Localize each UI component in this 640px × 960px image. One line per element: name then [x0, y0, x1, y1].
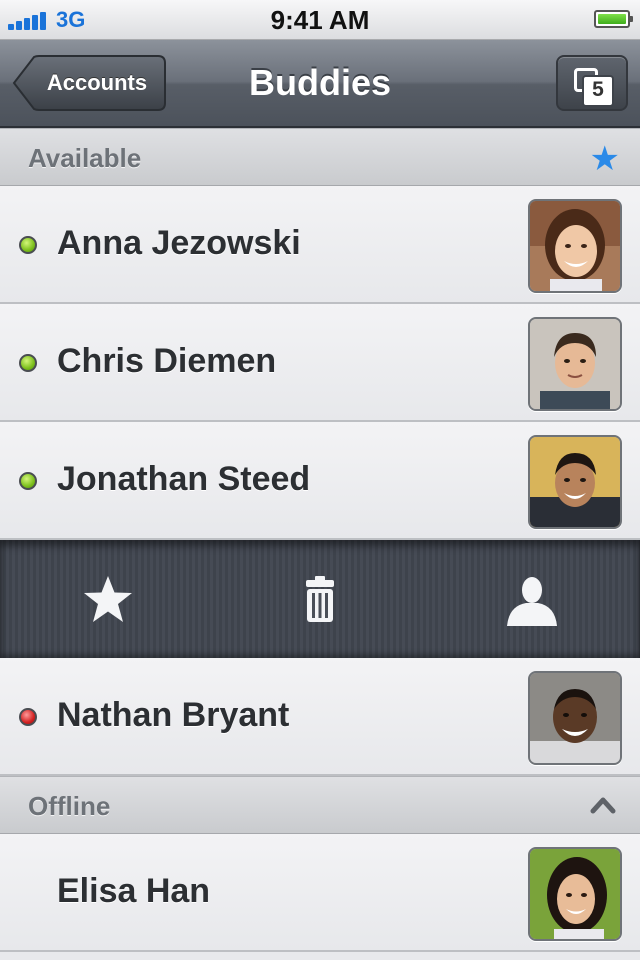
star-icon[interactable]: ★	[590, 139, 620, 179]
buddy-row-elisa-han[interactable]: Elisa Han	[0, 834, 640, 952]
profile-icon[interactable]	[504, 572, 560, 628]
back-button-label: Accounts	[46, 70, 148, 95]
battery-icon	[594, 10, 633, 28]
accounts-back-button[interactable]: Accounts	[12, 55, 166, 111]
online-status-icon	[19, 236, 37, 254]
section-title: Available	[28, 143, 142, 173]
chevron-up-icon[interactable]	[590, 793, 616, 815]
avatar	[528, 317, 622, 411]
navigation-bar: Accounts Buddies 5	[0, 40, 640, 128]
buddy-row-chris-diemen[interactable]: Chris Diemen	[0, 304, 640, 422]
online-status-icon	[19, 354, 37, 372]
buddy-name: Anna Jezowski	[57, 224, 301, 262]
avatar	[528, 435, 622, 529]
page-title: Buddies	[248, 62, 391, 103]
buddy-name: Chris Diemen	[57, 342, 277, 380]
online-status-icon	[19, 472, 37, 490]
status-time: 9:41 AM	[270, 5, 370, 35]
favorite-star-icon[interactable]	[80, 572, 136, 628]
avatar	[528, 199, 622, 293]
buddy-name: Elisa Han	[57, 872, 211, 910]
buddy-row-anna-jezowski[interactable]: Anna Jezowski	[0, 186, 640, 304]
section-header-available: Available ★	[0, 128, 640, 186]
buddy-action-tray	[0, 540, 640, 658]
busy-status-icon	[19, 708, 37, 726]
conversations-count-badge: 5	[582, 75, 614, 107]
buddy-name: Nathan Bryant	[57, 696, 290, 734]
avatar	[528, 847, 622, 941]
conversations-button[interactable]: 5	[556, 55, 628, 111]
trash-icon[interactable]	[292, 572, 348, 628]
buddy-row-nathan-bryant[interactable]: Nathan Bryant	[0, 658, 640, 776]
buddy-row-jonathan-steed[interactable]: Jonathan Steed	[0, 422, 640, 540]
buddy-name: Jonathan Steed	[57, 460, 311, 498]
section-title: Offline	[28, 791, 111, 821]
status-bar: 3G 9:41 AM	[0, 0, 640, 40]
section-header-offline: Offline	[0, 776, 640, 834]
avatar	[528, 671, 622, 765]
